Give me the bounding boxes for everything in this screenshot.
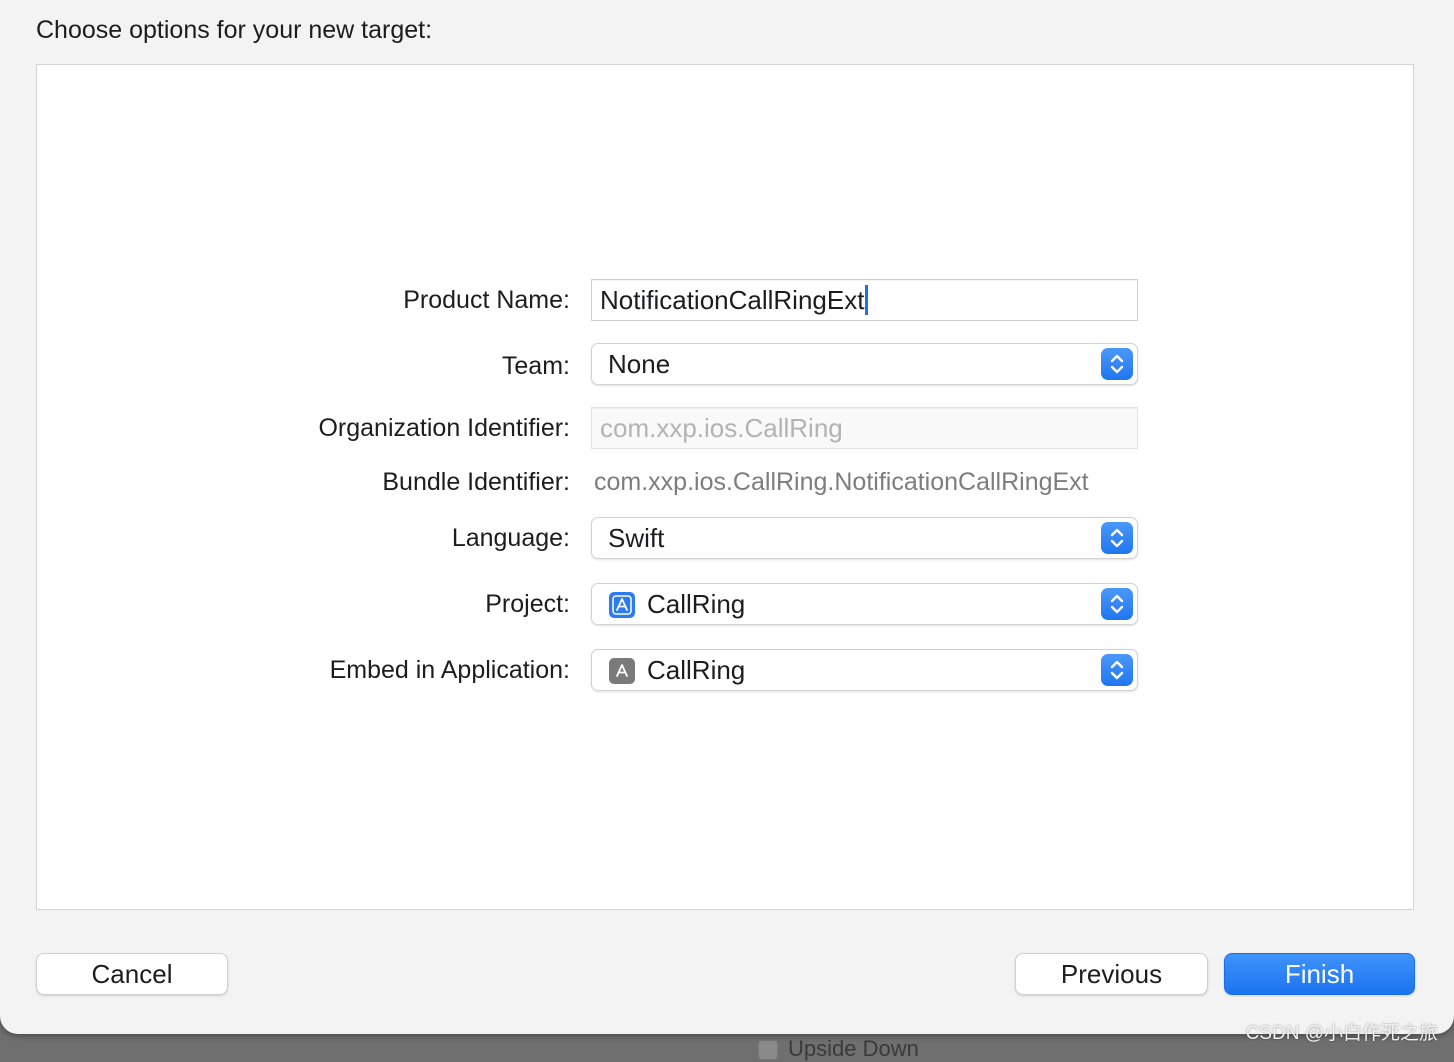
chevron-updown-icon — [1101, 348, 1133, 380]
organization-identifier-field[interactable]: com.xxp.ios.CallRing — [591, 407, 1138, 449]
team-label: Team: — [501, 352, 570, 380]
product-name-value: NotificationCallRingExt — [600, 285, 865, 315]
product-name-field[interactable]: NotificationCallRingExt — [591, 279, 1138, 321]
chevron-updown-icon — [1101, 588, 1133, 620]
embed-in-application-popup[interactable]: CallRing — [591, 649, 1138, 691]
bundle-identifier-label: Bundle Identifier: — [382, 468, 570, 496]
finish-button[interactable]: Finish — [1224, 953, 1415, 995]
team-value: None — [608, 349, 671, 379]
previous-button[interactable]: Previous — [1015, 953, 1208, 995]
language-label: Language: — [451, 524, 570, 552]
organization-identifier-label: Organization Identifier: — [318, 414, 570, 442]
xcode-project-icon — [609, 592, 635, 618]
team-popup[interactable]: None — [591, 343, 1138, 385]
cancel-button[interactable]: Cancel — [36, 953, 228, 995]
language-value: Swift — [608, 523, 665, 553]
language-popup[interactable]: Swift — [591, 517, 1138, 559]
new-target-sheet: Choose options for your new target: Prod… — [0, 0, 1454, 1034]
watermark: CSDN @小白作死之旅 — [1245, 1023, 1438, 1044]
project-value: CallRing — [647, 589, 746, 619]
dialog-heading: Choose options for your new target: — [36, 16, 433, 44]
bundle-identifier-value: com.xxp.ios.CallRing.NotificationCallRin… — [594, 468, 1089, 496]
organization-identifier-placeholder: com.xxp.ios.CallRing — [600, 413, 843, 443]
chevron-updown-icon — [1101, 522, 1133, 554]
embed-in-application-value: CallRing — [647, 655, 746, 685]
chevron-updown-icon — [1101, 654, 1133, 686]
app-target-icon — [609, 658, 635, 684]
embed-in-application-label: Embed in Application: — [329, 656, 570, 684]
background-checkbox — [758, 1040, 778, 1060]
project-label: Project: — [485, 590, 570, 618]
project-popup[interactable]: CallRing — [591, 583, 1138, 625]
text-cursor — [865, 285, 869, 316]
product-name-label: Product Name: — [403, 286, 570, 314]
background-partial-label: Upside Down — [788, 1036, 919, 1061]
